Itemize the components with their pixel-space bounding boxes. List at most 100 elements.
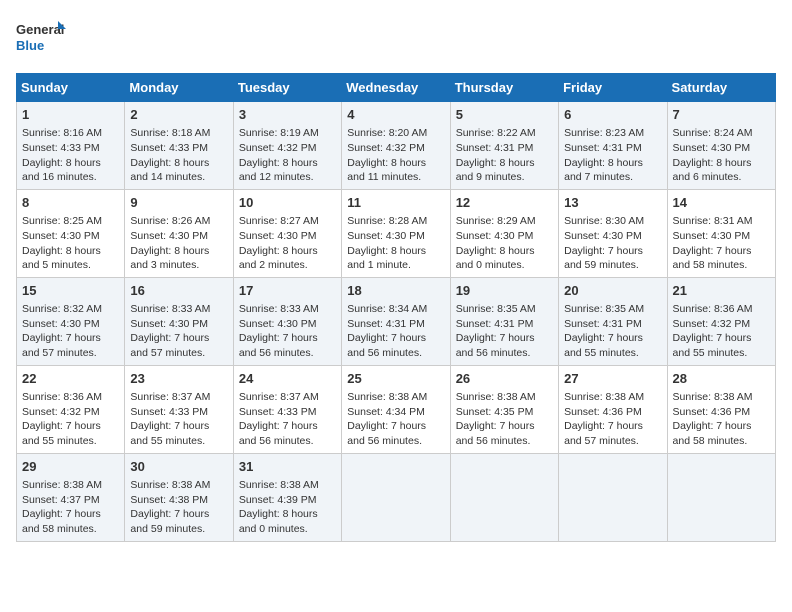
- day-number: 4: [347, 106, 444, 124]
- sunrise-info: Sunrise: 8:30 AM: [564, 215, 644, 227]
- sunrise-info: Sunrise: 8:38 AM: [130, 479, 210, 491]
- calendar-cell: 12Sunrise: 8:29 AMSunset: 4:30 PMDayligh…: [450, 189, 558, 277]
- daylight-info: Daylight: 7 hours and 55 minutes.: [564, 332, 643, 359]
- calendar-cell: 7Sunrise: 8:24 AMSunset: 4:30 PMDaylight…: [667, 102, 775, 190]
- sunset-info: Sunset: 4:33 PM: [130, 142, 208, 154]
- sunrise-info: Sunrise: 8:25 AM: [22, 215, 102, 227]
- sunrise-info: Sunrise: 8:16 AM: [22, 127, 102, 139]
- day-number: 20: [564, 282, 661, 300]
- col-header-wednesday: Wednesday: [342, 74, 450, 102]
- col-header-friday: Friday: [559, 74, 667, 102]
- sunrise-info: Sunrise: 8:34 AM: [347, 303, 427, 315]
- daylight-info: Daylight: 7 hours and 56 minutes.: [456, 420, 535, 447]
- daylight-info: Daylight: 7 hours and 55 minutes.: [22, 420, 101, 447]
- sunset-info: Sunset: 4:31 PM: [456, 142, 534, 154]
- calendar-cell: 27Sunrise: 8:38 AMSunset: 4:36 PMDayligh…: [559, 365, 667, 453]
- calendar-cell: [667, 453, 775, 541]
- sunrise-info: Sunrise: 8:26 AM: [130, 215, 210, 227]
- sunset-info: Sunset: 4:33 PM: [22, 142, 100, 154]
- daylight-info: Daylight: 8 hours and 7 minutes.: [564, 157, 643, 184]
- sunset-info: Sunset: 4:31 PM: [347, 318, 425, 330]
- week-row-1: 1 Sunrise: 8:16 AM Sunset: 4:33 PM Daylight…: [17, 102, 776, 190]
- sunset-info: Sunset: 4:30 PM: [22, 318, 100, 330]
- sunrise-info: Sunrise: 8:38 AM: [673, 391, 753, 403]
- day-number: 25: [347, 370, 444, 388]
- calendar-table: SundayMondayTuesdayWednesdayThursdayFrid…: [16, 73, 776, 542]
- sunset-info: Sunset: 4:37 PM: [22, 494, 100, 506]
- sunrise-info: Sunrise: 8:31 AM: [673, 215, 753, 227]
- daylight-info: Daylight: 8 hours and 1 minute.: [347, 245, 426, 272]
- day-number: 10: [239, 194, 336, 212]
- sunrise-info: Sunrise: 8:33 AM: [239, 303, 319, 315]
- sunset-info: Sunset: 4:32 PM: [673, 318, 751, 330]
- sunset-info: Sunset: 4:38 PM: [130, 494, 208, 506]
- sunrise-info: Sunrise: 8:37 AM: [130, 391, 210, 403]
- sunrise-info: Sunrise: 8:38 AM: [564, 391, 644, 403]
- calendar-cell: 10Sunrise: 8:27 AMSunset: 4:30 PMDayligh…: [233, 189, 341, 277]
- daylight-info: Daylight: 8 hours and 6 minutes.: [673, 157, 752, 184]
- day-number: 26: [456, 370, 553, 388]
- daylight-info: Daylight: 7 hours and 55 minutes.: [130, 420, 209, 447]
- calendar-cell: 8Sunrise: 8:25 AMSunset: 4:30 PMDaylight…: [17, 189, 125, 277]
- col-header-sunday: Sunday: [17, 74, 125, 102]
- calendar-cell: [559, 453, 667, 541]
- calendar-cell: 3Sunrise: 8:19 AMSunset: 4:32 PMDaylight…: [233, 102, 341, 190]
- day-number: 28: [673, 370, 770, 388]
- sunrise-info: Sunrise: 8:20 AM: [347, 127, 427, 139]
- sunrise-info: Sunrise: 8:28 AM: [347, 215, 427, 227]
- daylight-info: Daylight: 8 hours and 0 minutes.: [239, 508, 318, 535]
- day-number: 6: [564, 106, 661, 124]
- daylight-info: Daylight: 7 hours and 58 minutes.: [673, 420, 752, 447]
- header: General Blue: [16, 16, 776, 61]
- day-number: 29: [22, 458, 119, 476]
- calendar-cell: 13Sunrise: 8:30 AMSunset: 4:30 PMDayligh…: [559, 189, 667, 277]
- week-row-3: 15Sunrise: 8:32 AMSunset: 4:30 PMDayligh…: [17, 277, 776, 365]
- daylight-info: Daylight: 7 hours and 55 minutes.: [673, 332, 752, 359]
- sunrise-info: Sunrise: 8:22 AM: [456, 127, 536, 139]
- daylight-info: Daylight: 7 hours and 57 minutes.: [564, 420, 643, 447]
- daylight-info: Daylight: 7 hours and 56 minutes.: [239, 420, 318, 447]
- calendar-cell: 9Sunrise: 8:26 AMSunset: 4:30 PMDaylight…: [125, 189, 233, 277]
- day-number: 17: [239, 282, 336, 300]
- day-number: 16: [130, 282, 227, 300]
- sunset-info: Sunset: 4:36 PM: [673, 406, 751, 418]
- sunset-info: Sunset: 4:31 PM: [564, 142, 642, 154]
- daylight-info: Daylight: 8 hours and 0 minutes.: [456, 245, 535, 272]
- daylight-info: Daylight: 8 hours and 14 minutes.: [130, 157, 209, 184]
- calendar-cell: 4Sunrise: 8:20 AMSunset: 4:32 PMDaylight…: [342, 102, 450, 190]
- sunset-info: Sunset: 4:30 PM: [347, 230, 425, 242]
- daylight-info: Daylight: 8 hours and 2 minutes.: [239, 245, 318, 272]
- week-row-2: 8Sunrise: 8:25 AMSunset: 4:30 PMDaylight…: [17, 189, 776, 277]
- day-number: 15: [22, 282, 119, 300]
- sunset-info: Sunset: 4:30 PM: [673, 230, 751, 242]
- sunrise-info: Sunrise: 8:24 AM: [673, 127, 753, 139]
- day-number: 22: [22, 370, 119, 388]
- calendar-cell: [450, 453, 558, 541]
- day-number: 23: [130, 370, 227, 388]
- sunset-info: Sunset: 4:30 PM: [673, 142, 751, 154]
- sunset-info: Sunset: 4:32 PM: [347, 142, 425, 154]
- sunrise-info: Sunrise: 8:29 AM: [456, 215, 536, 227]
- sunset-info: Sunset: 4:31 PM: [564, 318, 642, 330]
- sunrise-info: Sunrise: 8:33 AM: [130, 303, 210, 315]
- day-number: 1: [22, 106, 119, 124]
- calendar-cell: 25Sunrise: 8:38 AMSunset: 4:34 PMDayligh…: [342, 365, 450, 453]
- sunrise-info: Sunrise: 8:35 AM: [456, 303, 536, 315]
- sunset-info: Sunset: 4:30 PM: [564, 230, 642, 242]
- sunset-info: Sunset: 4:33 PM: [130, 406, 208, 418]
- calendar-cell: 22Sunrise: 8:36 AMSunset: 4:32 PMDayligh…: [17, 365, 125, 453]
- calendar-cell: 21Sunrise: 8:36 AMSunset: 4:32 PMDayligh…: [667, 277, 775, 365]
- sunset-info: Sunset: 4:32 PM: [239, 142, 317, 154]
- sunset-info: Sunset: 4:30 PM: [22, 230, 100, 242]
- sunrise-info: Sunrise: 8:35 AM: [564, 303, 644, 315]
- col-header-tuesday: Tuesday: [233, 74, 341, 102]
- calendar-cell: 11Sunrise: 8:28 AMSunset: 4:30 PMDayligh…: [342, 189, 450, 277]
- sunset-info: Sunset: 4:30 PM: [130, 230, 208, 242]
- calendar-cell: 23 Sunrise: 8:37 AM Sunset: 4:33 PM Dayligh…: [125, 365, 233, 453]
- sunrise-info: Sunrise: 8:36 AM: [22, 391, 102, 403]
- week-row-4: 22Sunrise: 8:36 AMSunset: 4:32 PMDayligh…: [17, 365, 776, 453]
- logo: General Blue: [16, 16, 66, 61]
- sunset-info: Sunset: 4:30 PM: [456, 230, 534, 242]
- calendar-cell: 28 Sunrise: 8:38 AM Sunset: 4:36 PM Dayligh…: [667, 365, 775, 453]
- col-header-monday: Monday: [125, 74, 233, 102]
